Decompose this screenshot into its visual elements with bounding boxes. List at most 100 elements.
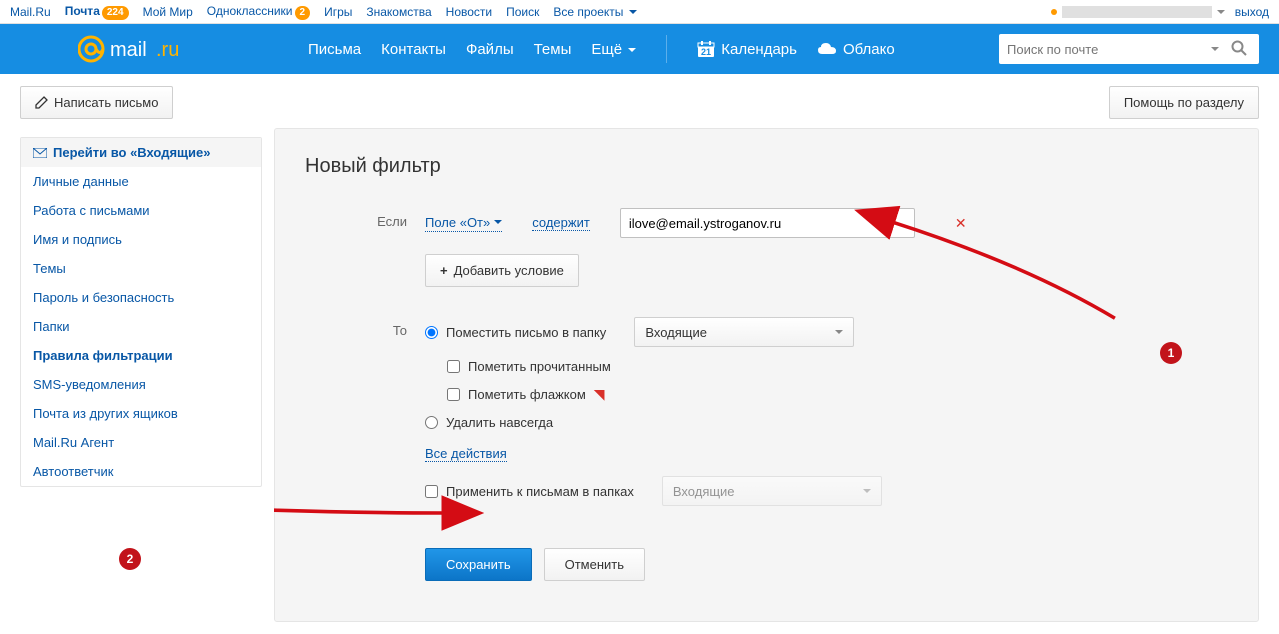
field-from-dropdown[interactable]: Поле «От» [425,215,502,232]
nav-more-label: Ещё [591,41,622,58]
action-row: То Поместить письмо в папку Входящие Пом… [305,317,1228,518]
action-mark-flag: Пометить флажком ◥ [447,386,1228,403]
action-move-folder: Поместить письмо в папку Входящие [425,317,1228,347]
calendar-icon: 21 [697,40,715,58]
sidebar-item-sms[interactable]: SMS-уведомления [21,370,261,399]
sidebar-item-security[interactable]: Пароль и безопасность [21,283,261,312]
filter-panel: Новый фильтр Если Поле «От» содержит ✕ [274,128,1259,622]
radio-move-folder-label: Поместить письмо в папку [446,325,606,340]
search-button[interactable] [1227,40,1251,59]
sidebar-item-external[interactable]: Почта из других ящиков [21,399,261,428]
topbar: Mail.Ru Почта224 Мой Мир Одноклассники2 … [0,0,1279,24]
chevron-down-icon [494,220,502,224]
logo-mailru[interactable]: mail .ru [78,34,208,64]
envelope-icon [33,148,47,158]
sidebar-goto-inbox[interactable]: Перейти во «Входящие» [21,138,261,167]
nav-contacts[interactable]: Контакты [381,41,446,58]
nav-calendar-label: Календарь [721,41,797,58]
top-link-games[interactable]: Игры [324,5,352,19]
top-link-mailru[interactable]: Mail.Ru [10,5,51,19]
folder-select[interactable]: Входящие [634,317,854,347]
sidebar-item-letters[interactable]: Работа с письмами [21,196,261,225]
add-condition-label: Добавить условие [454,263,564,278]
topbar-left: Mail.Ru Почта224 Мой Мир Одноклассники2 … [10,4,637,20]
top-link-ok-label: Одноклассники [207,4,293,18]
logout-link[interactable]: выход [1235,5,1269,19]
search-dropdown-caret[interactable] [1211,47,1219,51]
nav-cloud[interactable]: Облако [817,41,895,58]
top-link-news[interactable]: Новости [446,5,492,19]
add-condition-button[interactable]: + Добавить условие [425,254,579,287]
apply-folder-select: Входящие [662,476,882,506]
chevron-down-icon [628,48,636,52]
remove-condition-button[interactable]: ✕ [955,215,967,232]
divider [666,35,667,63]
nav-calendar[interactable]: 21 Календарь [697,40,797,58]
all-actions-link[interactable]: Все действия [425,446,507,462]
sidebar-item-signature[interactable]: Имя и подпись [21,225,261,254]
if-label: Если [305,208,425,229]
chevron-down-icon [629,10,637,14]
radio-move-folder[interactable] [425,326,438,339]
nav-themes[interactable]: Темы [534,41,572,58]
folder-selected-label: Входящие [645,325,707,340]
sidebar-item-autoresponder[interactable]: Автоответчик [21,457,261,486]
save-button[interactable]: Сохранить [425,548,532,581]
header-nav: Письма Контакты Файлы Темы Ещё 21 Календ… [308,35,895,63]
svg-text:21: 21 [701,47,711,57]
top-link-allprojects-label: Все проекты [553,5,623,19]
nav-more[interactable]: Ещё [591,41,636,58]
checkbox-mark-read-label: Пометить прочитанным [468,359,611,374]
top-link-pochta[interactable]: Почта224 [65,4,129,20]
sidebar-item-themes[interactable]: Темы [21,254,261,283]
settings-sidebar: Перейти во «Входящие» Личные данные Рабо… [20,137,262,487]
sidebar-item-filters[interactable]: Правила фильтрации [21,341,261,370]
top-link-ok[interactable]: Одноклассники2 [207,4,310,20]
nav-files[interactable]: Файлы [466,41,514,58]
sidebar-item-folders[interactable]: Папки [21,312,261,341]
topbar-right: выход [1051,5,1269,19]
top-link-allprojects[interactable]: Все проекты [553,5,636,19]
condition-row: Если Поле «От» содержит ✕ + Добавить усл… [305,208,1228,287]
cancel-button[interactable]: Отменить [544,548,645,581]
top-link-moimir[interactable]: Мой Мир [143,5,193,19]
radio-delete-label: Удалить навсегда [446,415,553,430]
svg-text:mail: mail [110,39,147,61]
chevron-down-icon [835,330,843,334]
action-mark-read: Пометить прочитанным [447,359,1228,374]
action-content: Поместить письмо в папку Входящие Помети… [425,317,1228,518]
help-button[interactable]: Помощь по разделу [1109,86,1259,119]
then-label: То [305,317,425,338]
sidebar-item-personal[interactable]: Личные данные [21,167,261,196]
user-menu[interactable] [1051,6,1225,18]
status-dot-icon [1051,9,1057,15]
operator-contains[interactable]: содержит [532,215,590,231]
main-column: Помощь по разделу Новый фильтр Если Поле… [274,86,1259,622]
annotation-1: 1 [1160,342,1182,364]
checkbox-mark-read[interactable] [447,360,460,373]
search-icon [1231,40,1247,56]
action-delete: Удалить навсегда [425,415,1228,430]
search-input[interactable] [1007,42,1211,57]
svg-text:.ru: .ru [156,39,179,61]
nav-letters[interactable]: Письма [308,41,361,58]
flag-icon: ◥ [594,386,605,403]
compose-button[interactable]: Написать письмо [20,86,173,119]
annotation-2: 2 [119,548,141,570]
cloud-icon [817,42,837,56]
condition-line: Поле «От» содержит ✕ [425,208,1228,238]
checkbox-apply-folders[interactable] [425,485,438,498]
chevron-down-icon [1217,10,1225,14]
top-link-search[interactable]: Поиск [506,5,539,19]
nav-cloud-label: Облако [843,41,895,58]
badge-mail: 224 [102,6,129,20]
radio-delete[interactable] [425,416,438,429]
compose-label: Написать письмо [54,95,158,110]
top-link-dating[interactable]: Знакомства [366,5,431,19]
top-link-pochta-label: Почта [65,4,100,18]
checkbox-mark-flag-label: Пометить флажком [468,387,586,402]
sidebar-item-agent[interactable]: Mail.Ru Агент [21,428,261,457]
checkbox-mark-flag[interactable] [447,388,460,401]
condition-value-input[interactable] [620,208,915,238]
field-from-label: Поле «От» [425,215,490,230]
